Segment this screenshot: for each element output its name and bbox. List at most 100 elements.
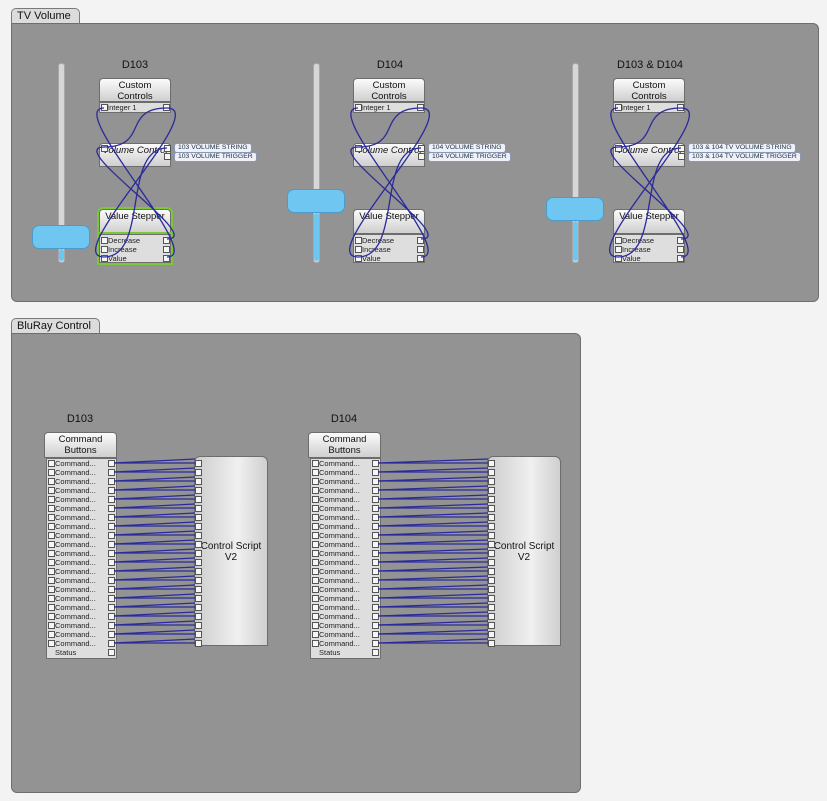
group-title[interactable]: D103 [95,59,175,71]
output-port[interactable] [372,649,379,656]
output-port[interactable] [372,487,379,494]
output-port[interactable] [372,559,379,566]
input-port[interactable] [48,541,55,548]
input-port[interactable] [195,550,202,557]
input-port[interactable] [48,577,55,584]
output-port[interactable] [108,460,115,467]
output-port[interactable] [108,469,115,476]
input-port[interactable] [48,496,55,503]
input-port[interactable] [312,487,319,494]
output-port[interactable] [372,604,379,611]
volume-slider-thumb[interactable] [287,189,345,214]
input-port[interactable] [615,255,622,262]
input-port[interactable] [615,246,622,253]
input-port[interactable] [488,496,495,503]
input-port[interactable] [195,568,202,575]
custom-controls-node[interactable]: Custom Controls [99,78,171,102]
input-port[interactable] [312,532,319,539]
volume-slider-thumb[interactable] [32,225,90,250]
output-port[interactable] [677,246,684,253]
output-port[interactable] [372,595,379,602]
input-port[interactable] [312,559,319,566]
output-port[interactable] [372,514,379,521]
output-port[interactable] [108,622,115,629]
output-port[interactable] [108,568,115,575]
custom-controls-node[interactable]: Custom Controls [613,78,685,102]
input-port[interactable] [355,246,362,253]
input-port[interactable] [312,568,319,575]
input-port[interactable] [355,255,362,262]
input-port[interactable] [195,505,202,512]
output-port[interactable] [108,532,115,539]
input-port[interactable] [488,568,495,575]
output-port[interactable] [108,577,115,584]
volume-control-node[interactable]: Volume Control [353,143,425,167]
output-port[interactable] [108,514,115,521]
volume-control-node[interactable]: Volume Control [613,143,685,167]
output-port[interactable] [372,460,379,467]
output-port[interactable] [108,640,115,647]
output-port[interactable] [417,237,424,244]
output-port[interactable] [372,478,379,485]
input-port[interactable] [615,145,622,152]
value-stepper-node[interactable]: Value Stepper [97,207,173,236]
input-port[interactable] [195,577,202,584]
output-port[interactable] [417,104,424,111]
input-port[interactable] [48,559,55,566]
input-port[interactable] [615,237,622,244]
input-port[interactable] [312,469,319,476]
input-port[interactable] [48,568,55,575]
input-port[interactable] [312,604,319,611]
input-port[interactable] [488,514,495,521]
input-port[interactable] [48,460,55,467]
output-port[interactable] [372,577,379,584]
input-port[interactable] [48,550,55,557]
input-port[interactable] [101,255,108,262]
input-port[interactable] [312,595,319,602]
input-port[interactable] [195,559,202,566]
input-port[interactable] [488,622,495,629]
output-port[interactable] [372,469,379,476]
input-port[interactable] [195,487,202,494]
output-port[interactable] [108,613,115,620]
input-port[interactable] [48,487,55,494]
input-port[interactable] [488,523,495,530]
input-port[interactable] [312,541,319,548]
input-port[interactable] [48,595,55,602]
input-port[interactable] [48,613,55,620]
input-port[interactable] [488,595,495,602]
input-port[interactable] [312,613,319,620]
output-port[interactable] [108,595,115,602]
output-port[interactable] [678,145,685,152]
volume-control-node[interactable]: Volume Control [99,143,171,167]
output-port[interactable] [108,631,115,638]
input-port[interactable] [312,460,319,467]
input-port[interactable] [312,622,319,629]
input-port[interactable] [488,613,495,620]
input-port[interactable] [488,532,495,539]
input-port[interactable] [312,640,319,647]
input-port[interactable] [312,577,319,584]
input-port[interactable] [195,640,202,647]
output-port[interactable] [677,104,684,111]
output-port[interactable] [164,145,171,152]
input-port[interactable] [195,604,202,611]
input-port[interactable] [48,640,55,647]
output-port[interactable] [372,640,379,647]
input-port[interactable] [488,577,495,584]
input-port[interactable] [488,541,495,548]
output-port[interactable] [372,631,379,638]
input-port[interactable] [355,145,362,152]
value-stepper-node[interactable]: Value Stepper [353,209,425,234]
output-port[interactable] [372,613,379,620]
input-port[interactable] [488,460,495,467]
output-port[interactable] [108,541,115,548]
bluray-control-tab[interactable]: BluRay Control [11,318,100,334]
input-port[interactable] [101,237,108,244]
custom-controls-node[interactable]: Custom Controls [353,78,425,102]
output-port[interactable] [678,153,685,160]
output-port[interactable] [108,478,115,485]
output-port[interactable] [164,153,171,160]
input-port[interactable] [195,541,202,548]
output-port[interactable] [108,505,115,512]
